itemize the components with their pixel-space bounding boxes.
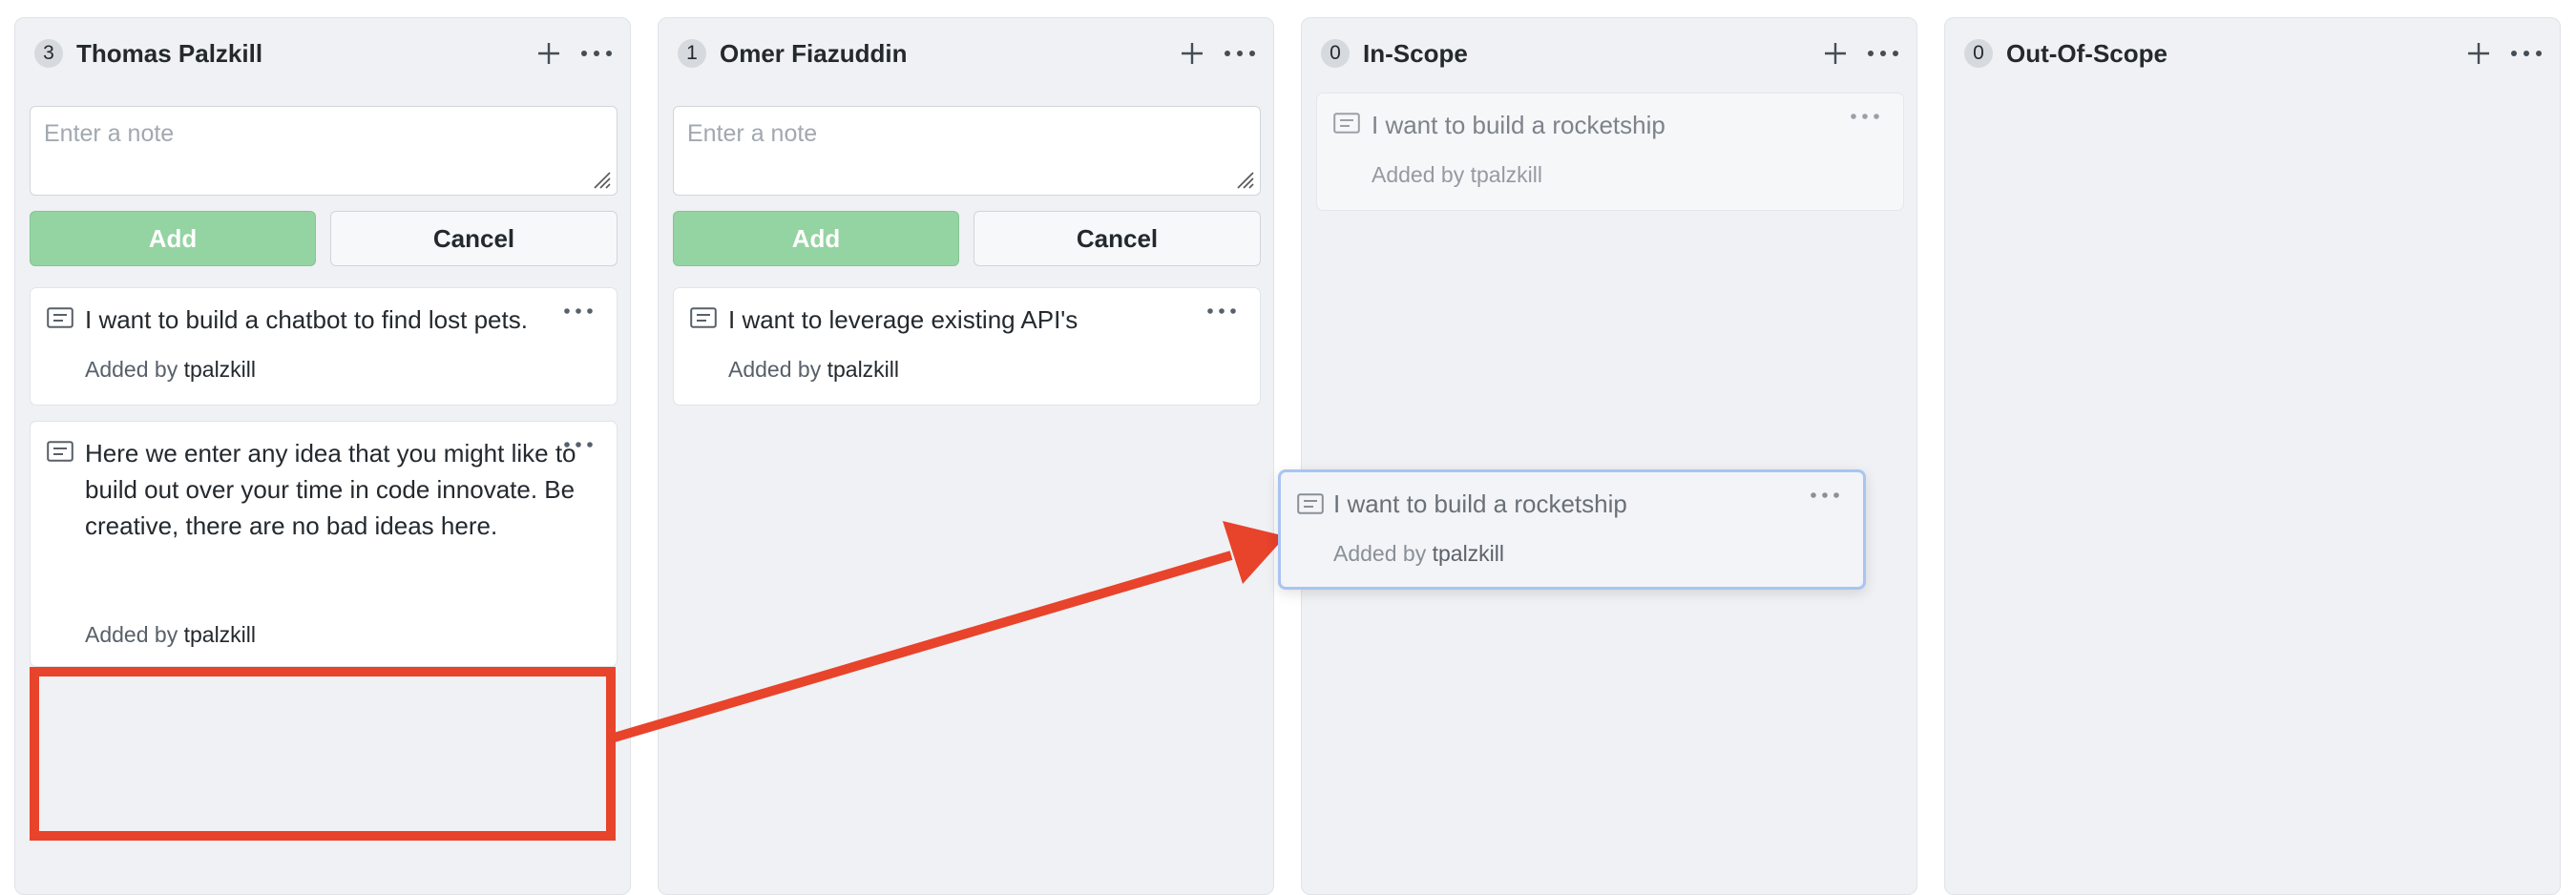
column-omer-fiazuddin: 1 Omer Fiazuddin Enter a note Add Cancel…: [658, 17, 1274, 895]
author-link[interactable]: tpalzkill: [827, 357, 899, 382]
kebab-dots-icon[interactable]: [1222, 37, 1258, 70]
column-title: Thomas Palzkill: [76, 38, 263, 68]
card-count-badge: 3: [34, 39, 63, 68]
kebab-dots-icon[interactable]: [578, 37, 615, 70]
added-by-label: Added by: [85, 357, 178, 382]
card-menu-icon[interactable]: [1806, 484, 1844, 507]
resize-grip-icon[interactable]: [1233, 168, 1254, 189]
note-icon: [1333, 113, 1360, 134]
card-text: I want to build a chatbot to find lost p…: [85, 305, 528, 334]
note-placeholder: Enter a note: [44, 120, 175, 147]
column-header: 1 Omer Fiazuddin: [678, 37, 1258, 70]
added-by-label: Added by: [1372, 162, 1465, 187]
note-icon: [47, 441, 73, 462]
column-out-of-scope: 0 Out-Of-Scope: [1944, 17, 2561, 895]
card-meta: Added by tpalzkill: [1333, 541, 1504, 567]
author-link[interactable]: tpalzkill: [1471, 162, 1542, 187]
note-textarea[interactable]: Enter a note: [30, 106, 618, 196]
author-link[interactable]: tpalzkill: [184, 357, 256, 382]
cancel-button[interactable]: Cancel: [974, 211, 1261, 266]
added-by-label: Added by: [85, 622, 178, 647]
kebab-dots-icon[interactable]: [2508, 37, 2545, 70]
cancel-button[interactable]: Cancel: [330, 211, 618, 266]
added-by-label: Added by: [1333, 541, 1427, 566]
note-card[interactable]: Here we enter any idea that you might li…: [30, 421, 618, 667]
plus-icon[interactable]: [1174, 37, 1210, 70]
note-placeholder: Enter a note: [687, 120, 818, 147]
column-title: In-Scope: [1363, 38, 1468, 68]
plus-icon[interactable]: [531, 37, 567, 70]
note-icon: [690, 307, 717, 328]
plus-icon[interactable]: [2461, 37, 2497, 70]
add-button[interactable]: Add: [30, 211, 316, 266]
column-title: Omer Fiazuddin: [720, 38, 908, 68]
card-meta: Added by tpalzkill: [85, 622, 256, 648]
plus-icon[interactable]: [1817, 37, 1853, 70]
column-in-scope: 0 In-Scope I want to build a rocketship …: [1301, 17, 1917, 895]
add-button[interactable]: Add: [673, 211, 959, 266]
card-meta: Added by tpalzkill: [1372, 162, 1542, 188]
note-card[interactable]: I want to leverage existing API's Added …: [673, 287, 1261, 406]
card-menu-icon[interactable]: [1846, 105, 1884, 128]
column-thomas-palzkill: 3 Thomas Palzkill Enter a note Add Cance…: [14, 17, 631, 895]
card-text: Here we enter any idea that you might li…: [85, 439, 576, 540]
note-card[interactable]: I want to build a chatbot to find lost p…: [30, 287, 618, 406]
card-count-badge: 0: [1321, 39, 1350, 68]
column-header: 0 Out-Of-Scope: [1964, 37, 2545, 70]
note-icon: [47, 307, 73, 328]
author-link[interactable]: tpalzkill: [184, 622, 256, 647]
column-title: Out-Of-Scope: [2006, 38, 2168, 68]
note-textarea[interactable]: Enter a note: [673, 106, 1261, 196]
note-card-placeholder[interactable]: I want to build a rocketship Added by tp…: [1316, 93, 1904, 211]
card-meta: Added by tpalzkill: [85, 357, 256, 383]
note-icon: [1297, 493, 1324, 514]
author-link[interactable]: tpalzkill: [1433, 541, 1504, 566]
card-text: I want to leverage existing API's: [728, 305, 1079, 334]
kebab-dots-icon[interactable]: [1865, 37, 1901, 70]
dragging-card[interactable]: I want to build a rocketship Added by tp…: [1278, 469, 1866, 590]
column-header: 0 In-Scope: [1321, 37, 1901, 70]
card-menu-icon[interactable]: [1203, 300, 1241, 323]
card-count-badge: 1: [678, 39, 706, 68]
card-count-badge: 0: [1964, 39, 1993, 68]
card-text: I want to build a rocketship: [1372, 111, 1665, 139]
card-meta: Added by tpalzkill: [728, 357, 899, 383]
added-by-label: Added by: [728, 357, 822, 382]
card-menu-icon[interactable]: [559, 433, 597, 456]
card-menu-icon[interactable]: [559, 300, 597, 323]
column-header: 3 Thomas Palzkill: [34, 37, 615, 70]
resize-grip-icon[interactable]: [590, 168, 611, 189]
card-text: I want to build a rocketship: [1333, 489, 1627, 518]
